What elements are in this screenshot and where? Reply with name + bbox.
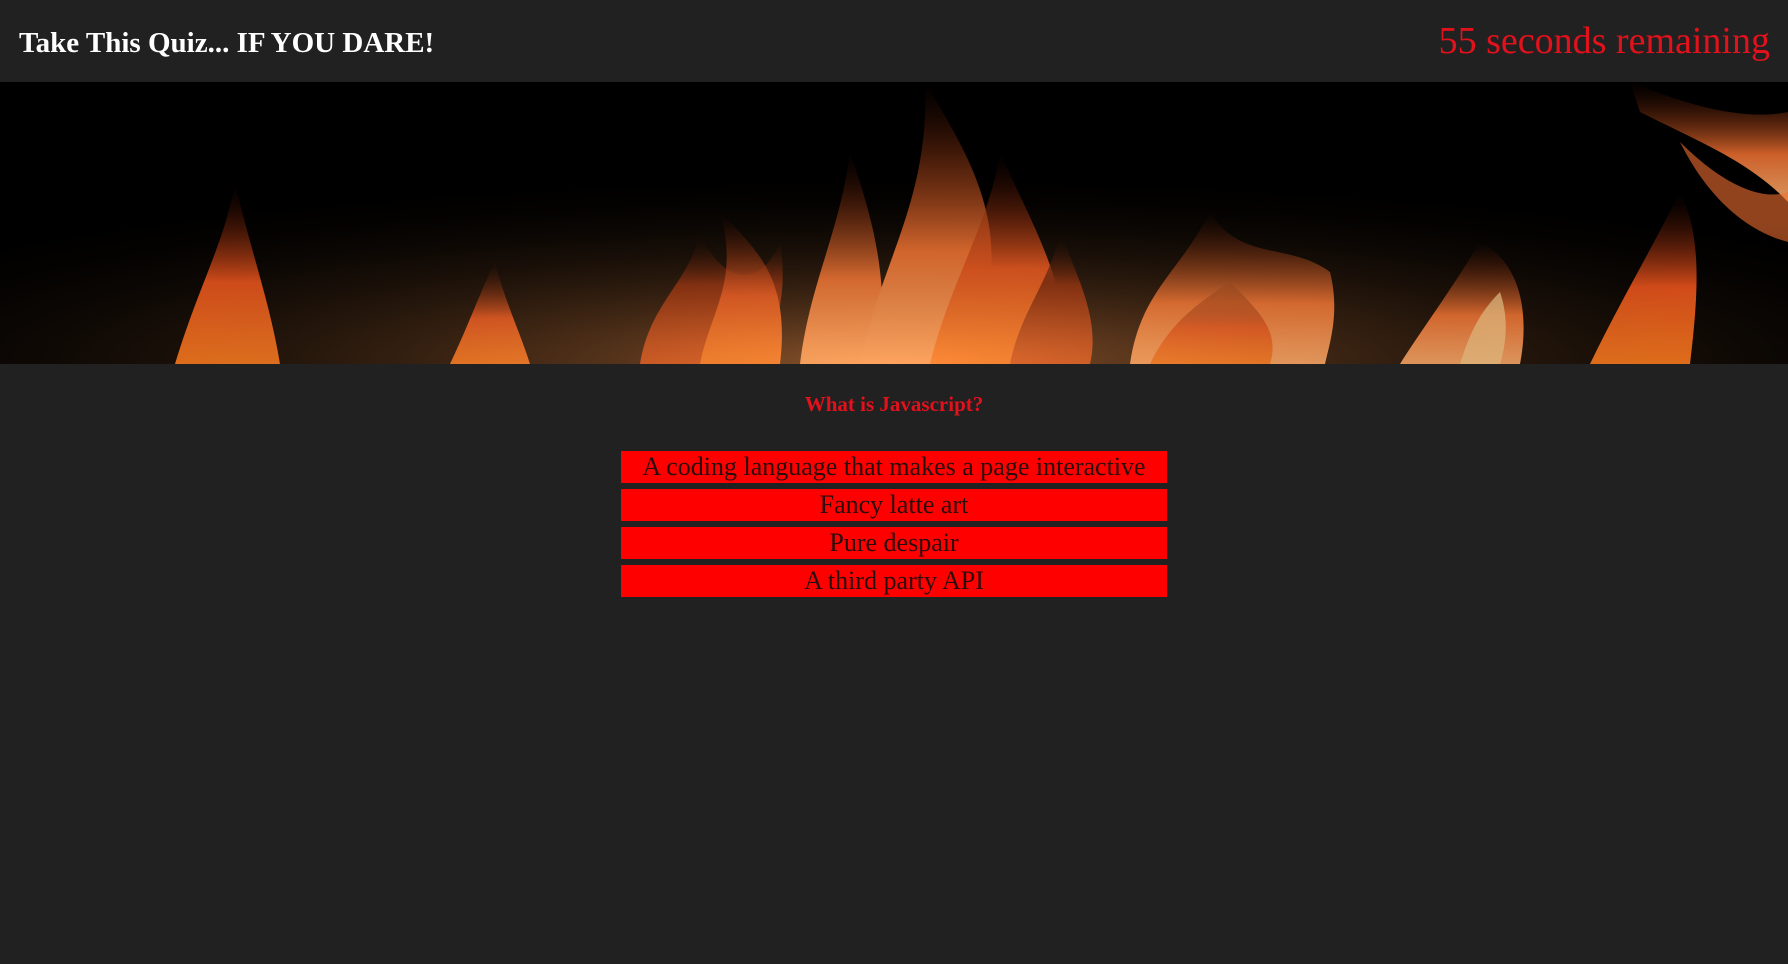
flames-banner-image [0,82,1788,364]
answer-button-3[interactable]: Pure despair [621,527,1167,559]
answer-button-2[interactable]: Fancy latte art [621,489,1167,521]
answer-button-4[interactable]: A third party API [621,565,1167,597]
answer-button-1[interactable]: A coding language that makes a page inte… [621,451,1167,483]
page-title: Take This Quiz... IF YOU DARE! [19,27,435,59]
question-text: What is Javascript? [804,392,984,416]
answer-list: A coding language that makes a page inte… [621,451,1167,597]
countdown-timer: 55 seconds remaining [1438,20,1770,62]
header: Take This Quiz... IF YOU DARE! 55 second… [0,0,1788,82]
